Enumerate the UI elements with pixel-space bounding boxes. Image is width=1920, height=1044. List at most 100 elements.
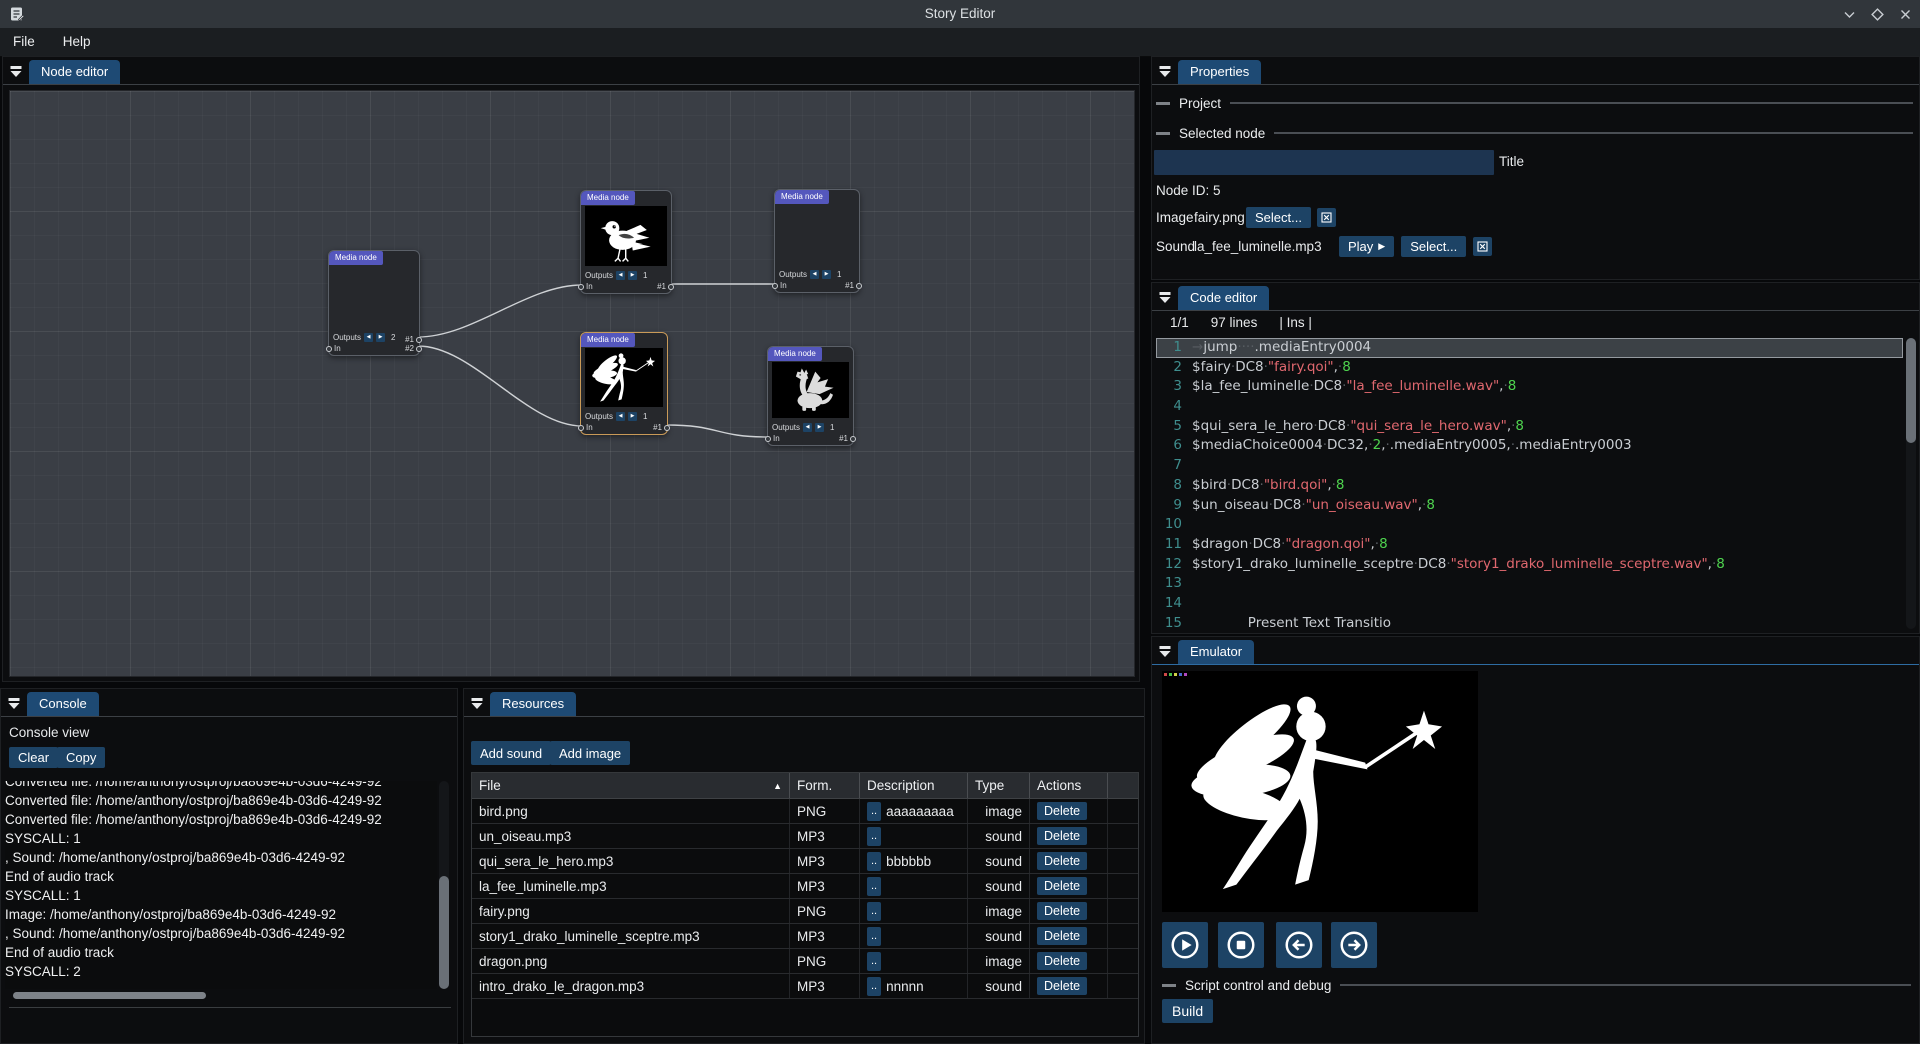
graph-node[interactable]: Media nodeOutputs◀▶1In#1 (774, 189, 860, 293)
collapse-arrow-icon[interactable] (10, 64, 22, 82)
column-file[interactable]: File▲ (472, 773, 790, 798)
output-port[interactable]: #2 (405, 344, 422, 353)
output-port[interactable]: #1 (657, 282, 674, 291)
tab-emulator[interactable]: Emulator (1178, 640, 1254, 664)
input-port[interactable]: In (578, 282, 593, 291)
table-row[interactable]: intro_drako_le_dragon.mp3MP3..nnnnnsound… (472, 974, 1138, 999)
tab-properties[interactable]: Properties (1178, 60, 1261, 84)
column-description[interactable]: Description (860, 773, 968, 798)
build-button[interactable]: Build (1162, 999, 1213, 1023)
tab-resources[interactable]: Resources (490, 692, 576, 716)
output-dec-button[interactable]: ◀ (810, 270, 819, 279)
console-line: Image: /home/anthony/ostproj/ba869e4b-03… (5, 905, 437, 924)
input-port[interactable]: In (578, 423, 593, 432)
copy-button[interactable]: Copy (57, 747, 105, 768)
close-button[interactable] (1898, 7, 1912, 21)
output-port[interactable]: #1 (653, 423, 670, 432)
emu-stop-button[interactable] (1218, 922, 1264, 968)
description-edit-button[interactable]: .. (867, 827, 881, 846)
maximize-button[interactable] (1870, 7, 1884, 21)
tab-console[interactable]: Console (27, 692, 99, 716)
clear-button[interactable]: Clear (9, 747, 58, 768)
collapse-arrow-icon[interactable] (471, 696, 483, 714)
table-row[interactable]: la_fee_luminelle.mp3MP3..soundDelete (472, 874, 1138, 899)
output-port[interactable]: #1 (405, 335, 422, 344)
table-row[interactable]: bird.pngPNG..aaaaaaaaaimageDelete (472, 799, 1138, 824)
delete-button[interactable]: Delete (1037, 827, 1087, 845)
table-row[interactable]: dragon.pngPNG..imageDelete (472, 949, 1138, 974)
output-dec-button[interactable]: ◀ (803, 423, 812, 432)
output-dec-button[interactable]: ◀ (616, 271, 625, 280)
delete-button[interactable]: Delete (1037, 902, 1087, 920)
tab-code-editor[interactable]: Code editor (1178, 286, 1269, 310)
table-row[interactable]: fairy.pngPNG..imageDelete (472, 899, 1138, 924)
collapse-arrow-icon[interactable] (8, 696, 20, 714)
add-sound-button[interactable]: Add sound (471, 741, 551, 765)
input-port[interactable]: In (326, 344, 341, 353)
output-dec-button[interactable]: ◀ (364, 333, 373, 342)
delete-button[interactable]: Delete (1037, 927, 1087, 945)
delete-button[interactable]: Delete (1037, 877, 1087, 895)
collapse-arrow-icon[interactable] (1159, 64, 1171, 82)
description-edit-button[interactable]: .. (867, 877, 881, 896)
cell-type: image (968, 899, 1030, 923)
delete-button[interactable]: Delete (1037, 852, 1087, 870)
output-port[interactable]: #1 (839, 434, 856, 443)
description-edit-button[interactable]: .. (867, 952, 881, 971)
table-row[interactable]: qui_sera_le_hero.mp3MP3..bbbbbbsoundDele… (472, 849, 1138, 874)
emu-play-button[interactable] (1162, 922, 1208, 968)
console-hscrollbar[interactable] (13, 992, 206, 999)
input-port[interactable]: In (765, 434, 780, 443)
line-number: 9 (1156, 496, 1182, 516)
table-row[interactable]: un_oiseau.mp3MP3..soundDelete (472, 824, 1138, 849)
description-edit-button[interactable]: .. (867, 902, 881, 921)
output-inc-button[interactable]: ▶ (376, 333, 385, 342)
output-inc-button[interactable]: ▶ (628, 412, 637, 421)
graph-node-dragon[interactable]: Media nodeOutputs◀▶1In#1 (767, 346, 854, 446)
sound-select-button[interactable]: Select... (1401, 236, 1466, 257)
image-select-button[interactable]: Select... (1246, 207, 1311, 228)
emu-back-button[interactable] (1276, 922, 1322, 968)
code-text-area[interactable]: 1→jump····.mediaEntry00042$fairy·DC8·"fa… (1156, 338, 1903, 631)
description-edit-button[interactable]: .. (867, 802, 881, 821)
graph-node-bird[interactable]: Media nodeOutputs◀▶1In#1 (580, 190, 672, 294)
graph-node-fairy[interactable]: Media nodeOutputs◀▶1In#1 (580, 332, 668, 435)
tab-node-editor[interactable]: Node editor (29, 60, 120, 84)
output-inc-button[interactable]: ▶ (822, 270, 831, 279)
column-type[interactable]: Type (968, 773, 1030, 798)
delete-button[interactable]: Delete (1037, 952, 1087, 970)
input-port[interactable]: In (772, 281, 787, 290)
description-edit-button[interactable]: .. (867, 852, 881, 871)
add-image-button[interactable]: Add image (550, 741, 630, 765)
description-edit-button[interactable]: .. (867, 977, 881, 996)
description-edit-button[interactable]: .. (867, 927, 881, 946)
minimize-button[interactable] (1842, 7, 1856, 21)
output-dec-button[interactable]: ◀ (616, 412, 625, 421)
code-token: → (1192, 339, 1203, 355)
sound-clear-button[interactable] (1473, 237, 1492, 256)
outputs-label: Outputs (779, 270, 807, 279)
delete-button[interactable]: Delete (1037, 977, 1087, 995)
console-log[interactable]: Converted file: /home/anthony/ostproj/ba… (5, 781, 437, 989)
image-clear-button[interactable] (1317, 208, 1336, 227)
table-row[interactable]: story1_drako_luminelle_sceptre.mp3MP3..s… (472, 924, 1138, 949)
column-actions[interactable]: Actions (1030, 773, 1108, 798)
column-format[interactable]: Form. (790, 773, 860, 798)
menu-file[interactable]: File (0, 28, 49, 56)
output-inc-button[interactable]: ▶ (815, 423, 824, 432)
emu-forward-button[interactable] (1331, 922, 1377, 968)
title-input[interactable] (1154, 150, 1494, 175)
output-inc-button[interactable]: ▶ (628, 271, 637, 280)
collapse-arrow-icon[interactable] (1159, 644, 1171, 662)
console-vscrollbar[interactable] (439, 781, 449, 989)
output-port[interactable]: #1 (845, 281, 862, 290)
node-graph-canvas[interactable]: Media nodeOutputs◀▶2In#1#2Media nodeOutp… (9, 90, 1135, 677)
port-circle-icon (416, 346, 422, 352)
graph-node[interactable]: Media nodeOutputs◀▶2In#1#2 (328, 250, 420, 356)
collapse-arrow-icon[interactable] (1159, 290, 1171, 308)
code-vscrollbar[interactable] (1906, 338, 1916, 629)
menu-help[interactable]: Help (49, 28, 105, 56)
play-button[interactable]: Play▶ (1339, 236, 1394, 257)
cell-actions: Delete (1030, 924, 1108, 948)
delete-button[interactable]: Delete (1037, 802, 1087, 820)
